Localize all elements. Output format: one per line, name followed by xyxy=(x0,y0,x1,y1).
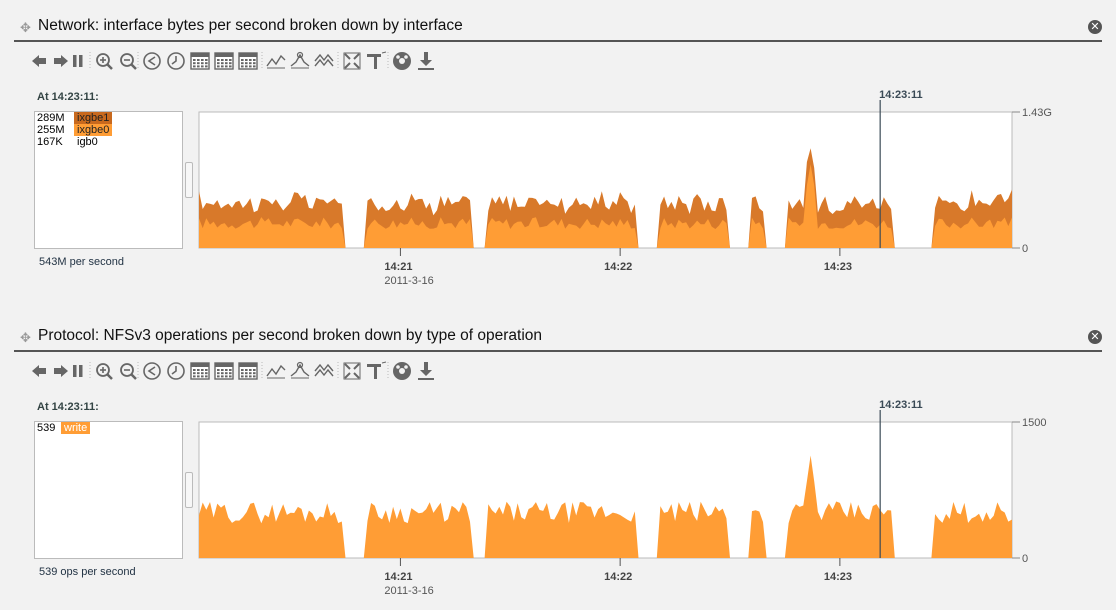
cursor-time-label: 14:23:11 xyxy=(879,89,922,101)
x-tick-label: 14:22 xyxy=(604,571,632,583)
x-axis: 14:21 2011-3-16 14:22 14:23 xyxy=(384,248,852,287)
y-axis: 1.43G 0 xyxy=(1012,107,1052,255)
protocol-panel: ✥ Protocol: NFSv3 operations per second … xyxy=(0,310,1116,610)
chart[interactable]: 1.43G 0 14:21 2011-3-16 14:22 14:23 14:23:11 xyxy=(0,0,1116,300)
x-tick-label: 14:22 xyxy=(604,261,632,273)
y-min-label: 0 xyxy=(1022,553,1028,565)
cursor-time-label: 14:23:11 xyxy=(879,399,922,411)
x-tick-label: 14:23 xyxy=(824,261,852,273)
x-tick-label: 14:21 xyxy=(384,261,412,273)
y-min-label: 0 xyxy=(1022,243,1028,255)
network-panel: ✥ Network: interface bytes per second br… xyxy=(0,0,1116,300)
y-axis: 1500 0 xyxy=(1012,417,1046,565)
y-max-label: 1.43G xyxy=(1022,107,1052,119)
x-tick-label: 14:23 xyxy=(824,571,852,583)
x-tick-label: 14:21 xyxy=(384,571,412,583)
x-date-label: 2011-3-16 xyxy=(384,275,433,287)
x-axis: 14:21 2011-3-16 14:22 14:23 xyxy=(384,558,852,597)
y-max-label: 1500 xyxy=(1022,417,1046,429)
chart[interactable]: 1500 0 14:21 2011-3-16 14:22 14:23 14:23:11 xyxy=(0,310,1116,610)
x-date-label: 2011-3-16 xyxy=(384,585,433,597)
